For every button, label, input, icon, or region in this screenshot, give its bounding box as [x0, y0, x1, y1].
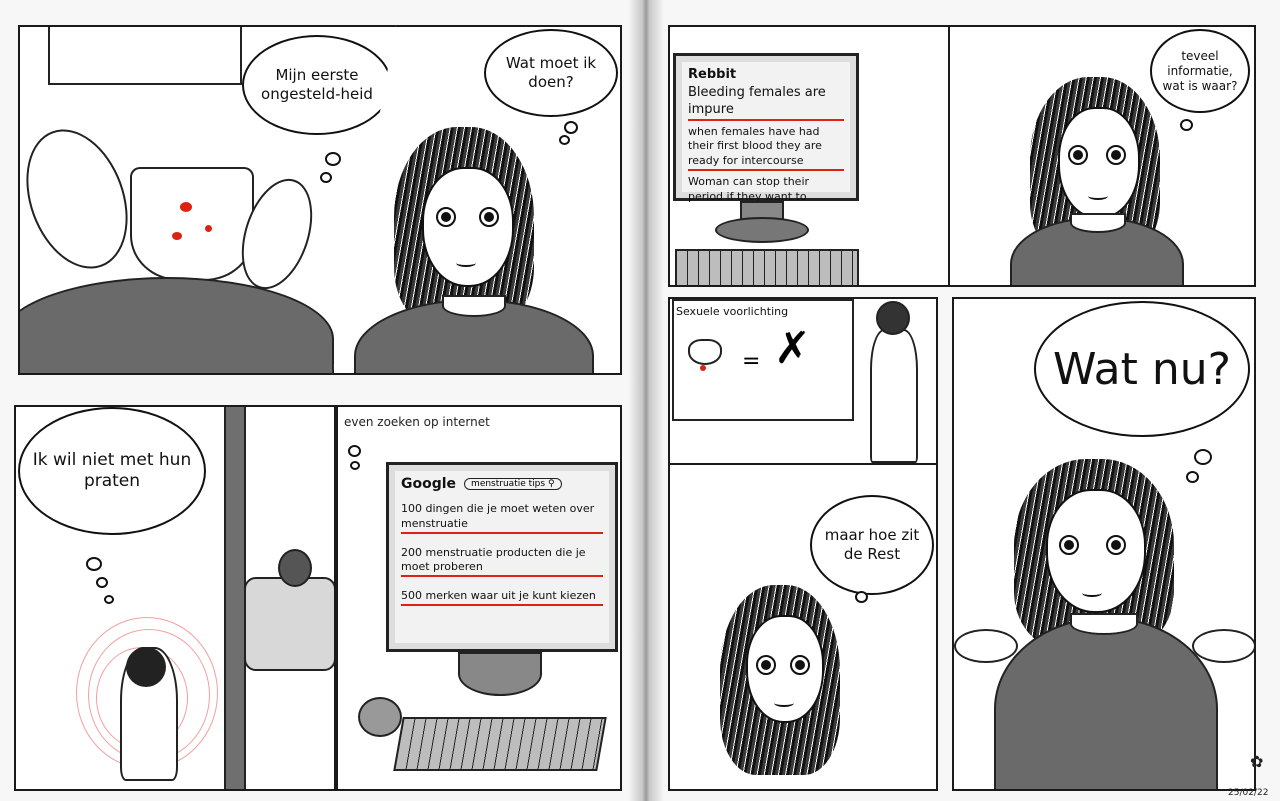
mouth	[1088, 192, 1108, 200]
monitor: Rebbit Bleeding females are impure when …	[673, 53, 859, 203]
hand	[1192, 629, 1254, 663]
people-sofa	[244, 577, 334, 671]
search-query: menstruatie tips	[471, 479, 546, 490]
teacher	[870, 329, 918, 463]
thought-dot	[564, 121, 578, 134]
thought-bubble: Mijn eerste ongesteld-heid	[242, 35, 392, 135]
wall-edge	[224, 407, 246, 789]
face	[422, 167, 514, 287]
google-logo: Google	[401, 476, 457, 492]
hair	[126, 647, 166, 687]
keyboard	[675, 249, 859, 285]
post-line: when females have had their first blood …	[688, 125, 844, 172]
eye	[436, 207, 456, 227]
monitor-base	[715, 217, 809, 243]
blood-spot	[700, 365, 706, 371]
hand	[954, 629, 1018, 663]
mouth	[774, 699, 794, 707]
thought-dot	[86, 557, 102, 571]
thought-dot	[855, 591, 868, 603]
search-box[interactable]: menstruatie tips ⚲	[464, 478, 562, 491]
search-result[interactable]: 200 menstruatie producten die je moet pr…	[401, 546, 603, 578]
eye	[790, 655, 810, 675]
thought-dot	[1180, 119, 1193, 131]
blood-spot	[172, 232, 182, 240]
thought-dot	[1194, 449, 1212, 465]
underwear	[130, 167, 254, 281]
eye	[1106, 535, 1126, 555]
shirt	[994, 617, 1218, 789]
thought-dot	[320, 172, 332, 183]
monitor-base	[458, 652, 542, 696]
signature-date: 25/02/22	[1228, 788, 1269, 798]
monitor: Google menstruatie tips ⚲ 100 dingen die…	[386, 462, 618, 652]
toilet-tank	[48, 27, 242, 85]
leg	[20, 277, 334, 373]
artist-signature: ✿	[1250, 752, 1264, 771]
book-gutter	[628, 0, 664, 801]
eye	[1106, 145, 1126, 165]
panel-google-search: even zoeken op internet Google menstruat…	[336, 405, 622, 791]
thought-bubble: maar hoe zit de Rest	[810, 495, 934, 595]
blood-spot	[205, 225, 212, 232]
thought-dot	[559, 135, 570, 145]
thought-bubble: Wat moet ik doen?	[484, 29, 618, 117]
panel-what-now: Wat nu?	[952, 297, 1256, 791]
eye	[1068, 145, 1088, 165]
thought-dot	[350, 461, 360, 470]
search-result[interactable]: 100 dingen die je moet weten over menstr…	[401, 502, 603, 534]
mouse	[358, 697, 402, 737]
eye	[756, 655, 776, 675]
thought-dot	[104, 595, 114, 604]
collar	[1070, 613, 1138, 635]
panel-too-much-info: teveel informatie, wat is waar?	[948, 25, 1256, 287]
uterus-icon	[688, 339, 722, 365]
person-head	[278, 549, 312, 587]
mouth	[456, 259, 476, 267]
eye	[479, 207, 499, 227]
eye	[1059, 535, 1079, 555]
collar	[1070, 213, 1126, 233]
panel-not-talk: Ik wil niet met hun praten	[14, 405, 336, 791]
equals-sign: =	[742, 349, 761, 374]
mouth	[1082, 589, 1102, 597]
panel-rest: maar hoe zit de Rest	[668, 463, 938, 791]
thought-dot	[325, 152, 341, 166]
blood-spot	[180, 202, 192, 212]
thought-dot	[96, 577, 108, 588]
caption: even zoeken op internet	[344, 415, 490, 429]
thought-bubble: Ik wil niet met hun praten	[18, 407, 206, 535]
board-title: Sexuele voorlichting	[676, 305, 789, 318]
collar	[442, 295, 506, 317]
thought-dot	[348, 445, 361, 457]
thought-bubble: teveel informatie, wat is waar?	[1150, 29, 1250, 113]
thought-dot	[1186, 471, 1199, 483]
search-header: Google menstruatie tips ⚲	[401, 475, 603, 494]
teacher-head	[876, 301, 910, 335]
search-result[interactable]: 500 merken waar uit je kunt kiezen	[401, 589, 603, 607]
panel-sex-ed: Sexuele voorlichting = ✗	[668, 297, 938, 467]
cross-mark: ✗	[774, 323, 811, 374]
panel-rebbit-screen: Rebbit Bleeding females are impure when …	[668, 25, 950, 287]
site-title: Rebbit	[688, 67, 737, 82]
keyboard	[393, 717, 607, 771]
hand	[20, 115, 146, 283]
post-line: Bleeding females are impure	[688, 84, 844, 121]
face	[1058, 107, 1140, 219]
thought-bubble: Wat nu?	[1034, 301, 1250, 437]
search-icon: ⚲	[547, 479, 555, 490]
